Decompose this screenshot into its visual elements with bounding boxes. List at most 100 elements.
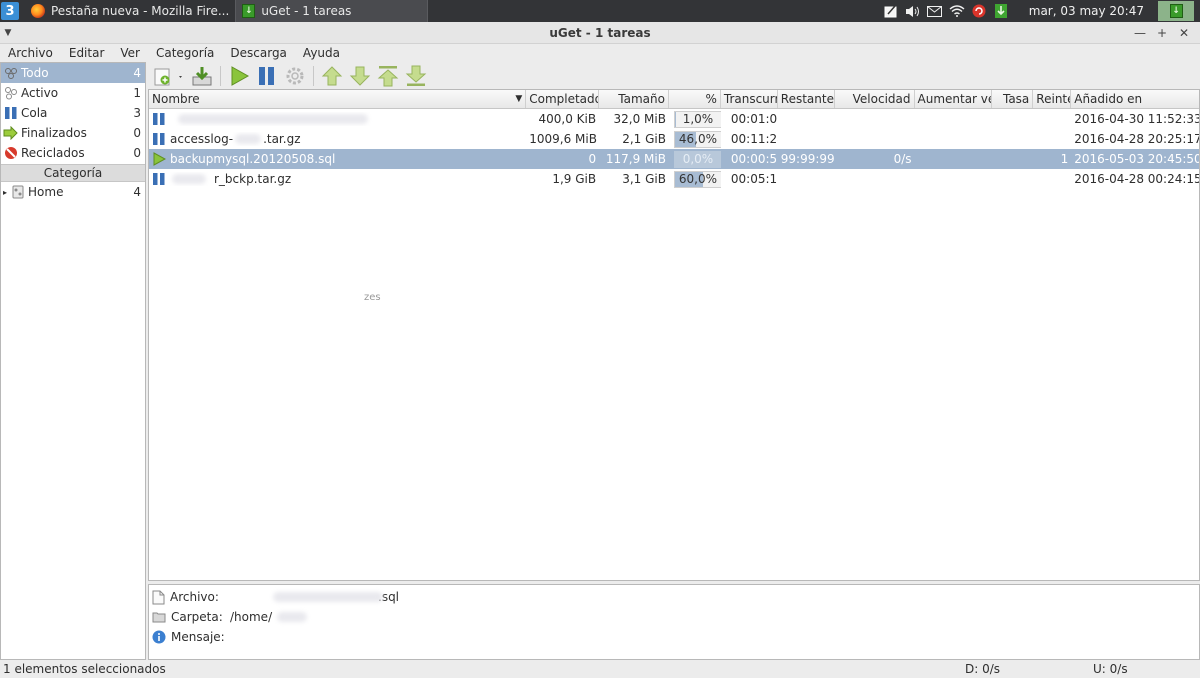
paused-icon [153, 113, 165, 125]
volume-icon[interactable] [905, 4, 921, 18]
menu-ayuda[interactable]: Ayuda [303, 46, 340, 60]
taskbar-item-label: Pestaña nueva - Mozilla Fire... [51, 4, 230, 18]
toolbar [150, 62, 1200, 89]
elapsed-cell: 00:05:11 [730, 172, 778, 186]
window-titlebar: ▼ uGet - 1 tareas — + ✕ [0, 22, 1200, 44]
taskbar-item-label: uGet - 1 tareas [261, 4, 352, 18]
table-row[interactable]: 400,0 KiB 32,0 MiB 1,0% 00:01:06 2016-04… [149, 109, 1199, 129]
column-header-completado[interactable]: Completado [526, 90, 600, 108]
recycled-icon [3, 146, 18, 161]
window-menu-icon[interactable]: ▼ [0, 28, 16, 38]
move-down-button[interactable] [348, 64, 372, 88]
workspace-switcher[interactable]: ↓ [1158, 1, 1194, 21]
column-header-velocidad[interactable]: Velocidad [835, 90, 915, 108]
elapsed-cell: 00:01:06 [730, 112, 778, 126]
category-item-home[interactable]: ▸ Home 4 [1, 182, 145, 202]
start-button[interactable] [227, 64, 251, 88]
move-bottom-button[interactable] [404, 64, 428, 88]
added-cell: 2016-05-03 20:45:50 [1074, 152, 1199, 166]
play-icon [153, 152, 166, 166]
window-title: uGet - 1 tareas [549, 25, 651, 40]
sidebar-item-label: Reciclados [21, 146, 85, 160]
column-header-label: Nombre [152, 92, 200, 106]
detail-folder-value: /home/ [230, 610, 273, 624]
table-row[interactable]: r_bckp.tar.gz 1,9 GiB 3,1 GiB 60,0% 00:0… [149, 169, 1199, 189]
close-icon[interactable]: ✕ [1178, 26, 1190, 40]
sidebar-item-label: Todo [21, 66, 49, 80]
category-icon [10, 185, 25, 200]
menu-categoria[interactable]: Categoría [156, 46, 214, 60]
file-icon [152, 590, 165, 604]
menu-editar[interactable]: Editar [69, 46, 105, 60]
column-header-tasa[interactable]: Tasa [992, 90, 1034, 108]
column-header-percent[interactable]: % [669, 90, 721, 108]
sidebar-item-reciclados[interactable]: Reciclados 0 [1, 143, 145, 163]
completed-cell: 400,0 KiB [538, 112, 597, 126]
uget-tray-icon[interactable] [993, 4, 1009, 18]
pause-button[interactable] [255, 64, 279, 88]
task-name-cell: r_bckp.tar.gz [149, 172, 526, 186]
task-name-tail: .tar.gz [263, 132, 301, 146]
paused-icon [153, 173, 165, 185]
sidebar: Todo 4 Activo 1 Cola 3 Finalizados 0 Rec… [0, 62, 146, 660]
notes-icon[interactable] [883, 4, 899, 18]
menu-ver[interactable]: Ver [120, 46, 140, 60]
clock[interactable]: mar, 03 may 20:47 [1029, 4, 1144, 18]
column-header-transcurrido[interactable]: Transcurri [721, 90, 778, 108]
all-icon [3, 66, 18, 81]
detail-folder-label: Carpeta: [171, 610, 223, 624]
progress-text: 0,0% [682, 151, 714, 166]
minimize-icon[interactable]: — [1134, 26, 1146, 40]
completed-cell: 0 [588, 152, 597, 166]
sidebar-item-label: Activo [21, 86, 59, 100]
launcher-label: 3 [5, 3, 15, 19]
mail-icon[interactable] [927, 4, 943, 18]
app-menu-launcher[interactable]: 3 [1, 2, 19, 20]
task-list[interactable]: Nombre ▼ Completado Tamaño % Transcurri … [148, 89, 1200, 581]
toolbar-separator [220, 65, 221, 86]
table-row[interactable]: accesslog- .tar.gz 1009,6 MiB 2,1 GiB 46… [149, 129, 1199, 149]
new-download-button[interactable] [152, 64, 186, 88]
sidebar-item-cola[interactable]: Cola 3 [1, 103, 145, 123]
progress-cell: 46,0% [669, 130, 721, 148]
info-icon [152, 630, 166, 644]
expander-icon[interactable]: ▸ [3, 188, 7, 197]
menu-archivo[interactable]: Archivo [8, 46, 53, 60]
update-icon[interactable] [971, 4, 987, 18]
sidebar-item-todo[interactable]: Todo 4 [1, 63, 145, 83]
progress-cell: 1,0% [669, 110, 721, 128]
paused-icon [153, 133, 165, 145]
queue-icon [3, 106, 18, 121]
remaining-cell: 99:99:99 [780, 152, 835, 166]
column-header-reintentos[interactable]: Reinte [1033, 90, 1072, 108]
maximize-icon[interactable]: + [1156, 26, 1168, 40]
selection-status: 1 elementos seleccionados [3, 662, 166, 676]
task-name-cell: backupmysql.20120508.sql [149, 152, 526, 166]
wifi-icon[interactable] [949, 4, 965, 18]
sidebar-item-activo[interactable]: Activo 1 [1, 83, 145, 103]
column-header-nombre[interactable]: Nombre ▼ [149, 90, 527, 108]
taskbar-item-uget[interactable]: ↓ uGet - 1 tareas [235, 0, 429, 22]
column-header-anadido-en[interactable]: Añadido en [1071, 90, 1199, 108]
menu-descarga[interactable]: Descarga [230, 46, 287, 60]
taskbar-item-firefox[interactable]: Pestaña nueva - Mozilla Fire... [25, 0, 235, 22]
sidebar-item-finalizados[interactable]: Finalizados 0 [1, 123, 145, 143]
task-name-cell: accesslog- .tar.gz [149, 132, 526, 146]
move-up-button[interactable] [320, 64, 344, 88]
redacted-path [277, 612, 308, 622]
added-cell: 2016-04-30 11:52:33 [1074, 112, 1199, 126]
top-panel: 3 Pestaña nueva - Mozilla Fire... ↓ uGet… [0, 0, 1200, 22]
move-top-button[interactable] [376, 64, 400, 88]
save-button[interactable] [190, 64, 214, 88]
detail-message-row: Mensaje: [149, 627, 1199, 647]
column-header-aumentar-velocidad[interactable]: Aumentar velo [915, 90, 993, 108]
task-name: backupmysql.20120508.sql [170, 152, 336, 166]
progress-text: 60,0% [678, 171, 718, 186]
column-header-restante[interactable]: Restante [778, 90, 835, 108]
category-label: Home [28, 185, 64, 199]
column-header-tamano[interactable]: Tamaño [599, 90, 669, 108]
completed-cell: 1,9 GiB [552, 172, 597, 186]
table-row-selected[interactable]: backupmysql.20120508.sql 0 117,9 MiB 0,0… [149, 149, 1199, 169]
properties-gear-icon[interactable] [283, 64, 307, 88]
upload-speed: U: 0/s [1093, 662, 1128, 676]
